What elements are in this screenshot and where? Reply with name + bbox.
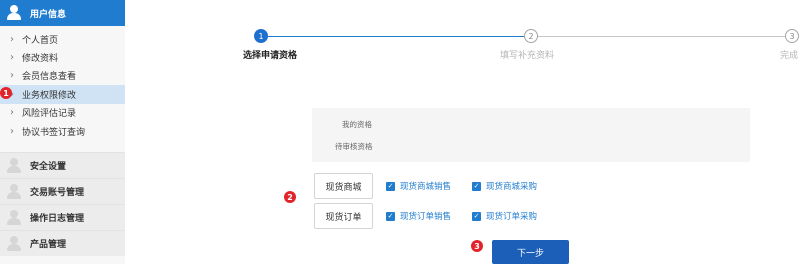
step-badge-3: 3 [471, 240, 483, 252]
sidebar-section-operation-logs[interactable]: 操作日志管理 [0, 204, 125, 230]
sidebar-item-label: 协议书签订查询 [22, 127, 86, 138]
chevron-right-icon: › [10, 107, 14, 119]
next-step-button[interactable]: 下一步 [492, 240, 569, 264]
step-3-label: 完成 [780, 51, 799, 61]
option-label: 现货商城销售 [400, 182, 452, 192]
user-icon [6, 5, 22, 21]
option-label: 现货订单销售 [400, 212, 452, 222]
step-badge-1: 1 [0, 87, 12, 99]
checkbox-checked-icon[interactable]: ✓ [386, 181, 395, 191]
checkbox-checked-icon[interactable]: ✓ [472, 181, 481, 191]
sidebar-item-label: 会员信息查看 [22, 72, 77, 83]
sidebar-item-label: 个人首页 [22, 35, 59, 46]
sidebar-section-label: 操作日志管理 [30, 214, 85, 224]
sidebar-item-label: 风险评估记录 [22, 109, 77, 120]
step-2-indicator: 2 [524, 29, 538, 43]
user-icon [6, 157, 22, 174]
sidebar-submenu: › 个人首页 › 修改资料 › 会员信息查看 › 业务权限修改 › 风险评估记录… [0, 30, 125, 140]
user-icon [6, 235, 22, 252]
chevron-right-icon: › [10, 33, 14, 45]
sidebar: 用户信息 › 个人首页 › 修改资料 › 会员信息查看 › 业务权限修改 › 风… [0, 0, 125, 264]
pending-qualification-label: 待审核资格 [335, 142, 373, 151]
sidebar-item-label: 业务权限修改 [22, 90, 77, 101]
step-connector [268, 36, 531, 37]
option-spot-order-purchase[interactable]: ✓ 现货订单采购 [472, 210, 537, 222]
step-2-label: 填写补充资料 [500, 51, 555, 61]
sidebar-section-user-info[interactable]: 用户信息 [0, 0, 125, 26]
checkbox-checked-icon[interactable]: ✓ [386, 211, 395, 221]
category-spot-mall[interactable]: 现货商城 [314, 173, 373, 199]
step-1-label: 选择申请资格 [243, 51, 298, 61]
sidebar-item-agreement-query[interactable]: › 协议书签订查询 [0, 122, 125, 140]
chevron-right-icon: › [10, 125, 14, 137]
sidebar-item-edit-profile[interactable]: › 修改资料 [0, 48, 125, 66]
chevron-right-icon: › [10, 70, 14, 82]
option-spot-mall-purchase[interactable]: ✓ 现货商城采购 [472, 180, 537, 192]
sidebar-section-security[interactable]: 安全设置 [0, 152, 125, 178]
sidebar-section-label: 用户信息 [30, 9, 67, 20]
sidebar-section-label: 交易账号管理 [30, 188, 85, 198]
checkbox-checked-icon[interactable]: ✓ [472, 211, 481, 221]
sidebar-section-label: 安全设置 [30, 162, 67, 172]
step-3-indicator: 3 [785, 29, 799, 43]
sidebar-section-trading-accounts[interactable]: 交易账号管理 [0, 178, 125, 204]
my-qualification-label: 我的资格 [342, 120, 372, 129]
sidebar-section-products[interactable]: 产品管理 [0, 230, 125, 256]
category-spot-order[interactable]: 现货订单 [314, 203, 373, 229]
option-label: 现货订单采购 [486, 212, 538, 222]
main-content: 1 2 3 选择申请资格 填写补充资料 完成 我的资格 待审核资格 2 现货商城… [125, 0, 800, 264]
sidebar-item-business-permission[interactable]: › 业务权限修改 [0, 85, 125, 104]
sidebar-item-home[interactable]: › 个人首页 [0, 30, 125, 48]
sidebar-item-label: 修改资料 [22, 54, 59, 65]
user-icon [6, 209, 22, 226]
user-icon [6, 183, 22, 200]
chevron-right-icon: › [10, 52, 14, 64]
step-badge-2: 2 [284, 191, 296, 203]
sidebar-item-member-info[interactable]: › 会员信息查看 [0, 67, 125, 85]
qualification-panel: 我的资格 待审核资格 [312, 108, 750, 162]
option-label: 现货商城采购 [486, 182, 538, 192]
option-spot-mall-sales[interactable]: ✓ 现货商城销售 [386, 180, 451, 192]
step-connector [531, 36, 791, 37]
step-1-indicator: 1 [254, 29, 268, 43]
sidebar-section-label: 产品管理 [30, 240, 67, 250]
option-spot-order-sales[interactable]: ✓ 现货订单销售 [386, 210, 451, 222]
sidebar-item-risk-records[interactable]: › 风险评估记录 [0, 104, 125, 122]
